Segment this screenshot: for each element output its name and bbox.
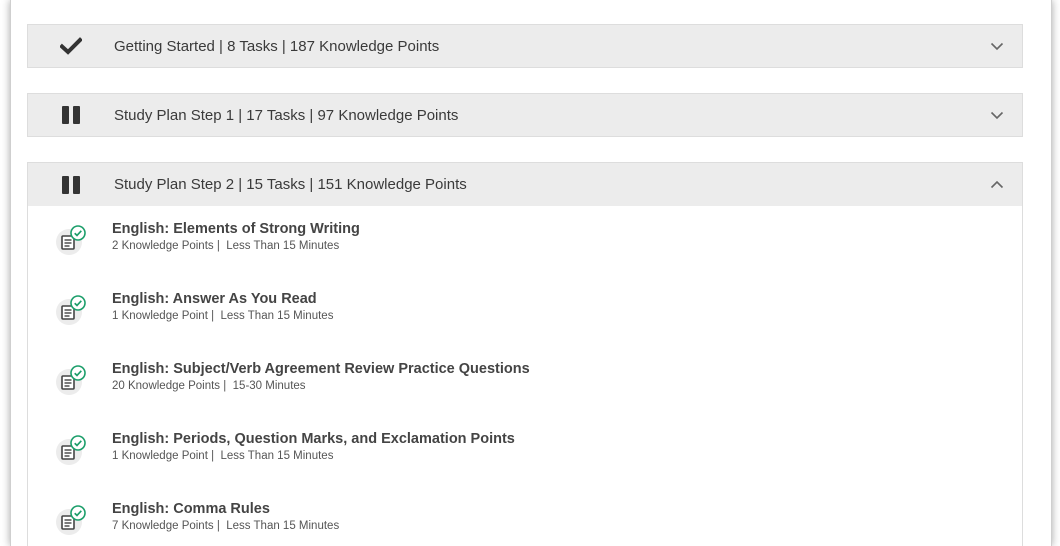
- task-item[interactable]: English: Subject/Verb Agreement Review P…: [28, 346, 1022, 416]
- task-meta: 20 Knowledge Points | 15-30 Minutes: [112, 378, 530, 394]
- section-header-getting-started[interactable]: Getting Started | 8 Tasks | 187 Knowledg…: [27, 24, 1023, 68]
- chevron-down-icon[interactable]: [972, 42, 1022, 51]
- task-duration: Less Than 15 Minutes: [226, 240, 340, 252]
- task-duration: Less Than 15 Minutes: [226, 520, 340, 532]
- task-points: 1 Knowledge Point: [112, 310, 208, 322]
- completed-lesson-icon: [54, 222, 88, 256]
- meta-separator: |: [211, 310, 215, 322]
- task-points: 7 Knowledge Points: [112, 520, 214, 532]
- task-title[interactable]: English: Answer As You Read: [112, 290, 333, 308]
- task-duration: Less Than 15 Minutes: [220, 450, 334, 462]
- section-title: Study Plan Step 1 | 17 Tasks | 97 Knowle…: [114, 106, 459, 124]
- meta-separator: |: [216, 240, 220, 252]
- task-item[interactable]: English: Comma Rules 7 Knowledge Points …: [28, 486, 1022, 546]
- section-title: Study Plan Step 2 | 15 Tasks | 151 Knowl…: [114, 176, 467, 193]
- task-item[interactable]: English: Elements of Strong Writing 2 Kn…: [28, 206, 1022, 276]
- completed-lesson-icon: [54, 502, 88, 536]
- chevron-down-icon[interactable]: [972, 111, 1022, 120]
- chevron-up-icon[interactable]: [972, 180, 1022, 189]
- task-list: English: Elements of Strong Writing 2 Kn…: [27, 206, 1023, 546]
- task-duration: Less Than 15 Minutes: [220, 310, 334, 322]
- completed-lesson-icon: [54, 362, 88, 396]
- task-meta: 2 Knowledge Points | Less Than 15 Minute…: [112, 238, 360, 254]
- pause-icon: [28, 105, 114, 125]
- study-plan-panel: Getting Started | 8 Tasks | 187 Knowledg…: [10, 0, 1052, 546]
- pause-icon: [28, 175, 114, 195]
- task-meta: 7 Knowledge Points | Less Than 15 Minute…: [112, 518, 339, 534]
- task-points: 20 Knowledge Points: [112, 380, 221, 392]
- task-title[interactable]: English: Comma Rules: [112, 500, 339, 518]
- checkmark-icon: [28, 37, 114, 55]
- task-points: 2 Knowledge Points: [112, 240, 214, 252]
- task-item[interactable]: English: Answer As You Read 1 Knowledge …: [28, 276, 1022, 346]
- section-study-plan-step-1: Study Plan Step 1 | 17 Tasks | 97 Knowle…: [27, 93, 1023, 137]
- task-duration: 15-30 Minutes: [232, 380, 306, 392]
- task-title[interactable]: English: Subject/Verb Agreement Review P…: [112, 360, 530, 378]
- task-meta: 1 Knowledge Point | Less Than 15 Minutes: [112, 448, 515, 464]
- task-title[interactable]: English: Periods, Question Marks, and Ex…: [112, 430, 515, 448]
- section-title: Getting Started | 8 Tasks | 187 Knowledg…: [114, 37, 440, 55]
- meta-separator: |: [216, 520, 220, 532]
- section-study-plan-step-2: Study Plan Step 2 | 15 Tasks | 151 Knowl…: [27, 162, 1023, 546]
- section-header-step-2[interactable]: Study Plan Step 2 | 15 Tasks | 151 Knowl…: [27, 162, 1023, 206]
- task-title[interactable]: English: Elements of Strong Writing: [112, 220, 360, 238]
- completed-lesson-icon: [54, 292, 88, 326]
- section-getting-started: Getting Started | 8 Tasks | 187 Knowledg…: [27, 24, 1023, 68]
- completed-lesson-icon: [54, 432, 88, 466]
- meta-separator: |: [211, 450, 215, 462]
- task-points: 1 Knowledge Point: [112, 450, 208, 462]
- task-item[interactable]: English: Periods, Question Marks, and Ex…: [28, 416, 1022, 486]
- section-header-step-1[interactable]: Study Plan Step 1 | 17 Tasks | 97 Knowle…: [27, 93, 1023, 137]
- meta-separator: |: [223, 380, 227, 392]
- task-meta: 1 Knowledge Point | Less Than 15 Minutes: [112, 308, 333, 324]
